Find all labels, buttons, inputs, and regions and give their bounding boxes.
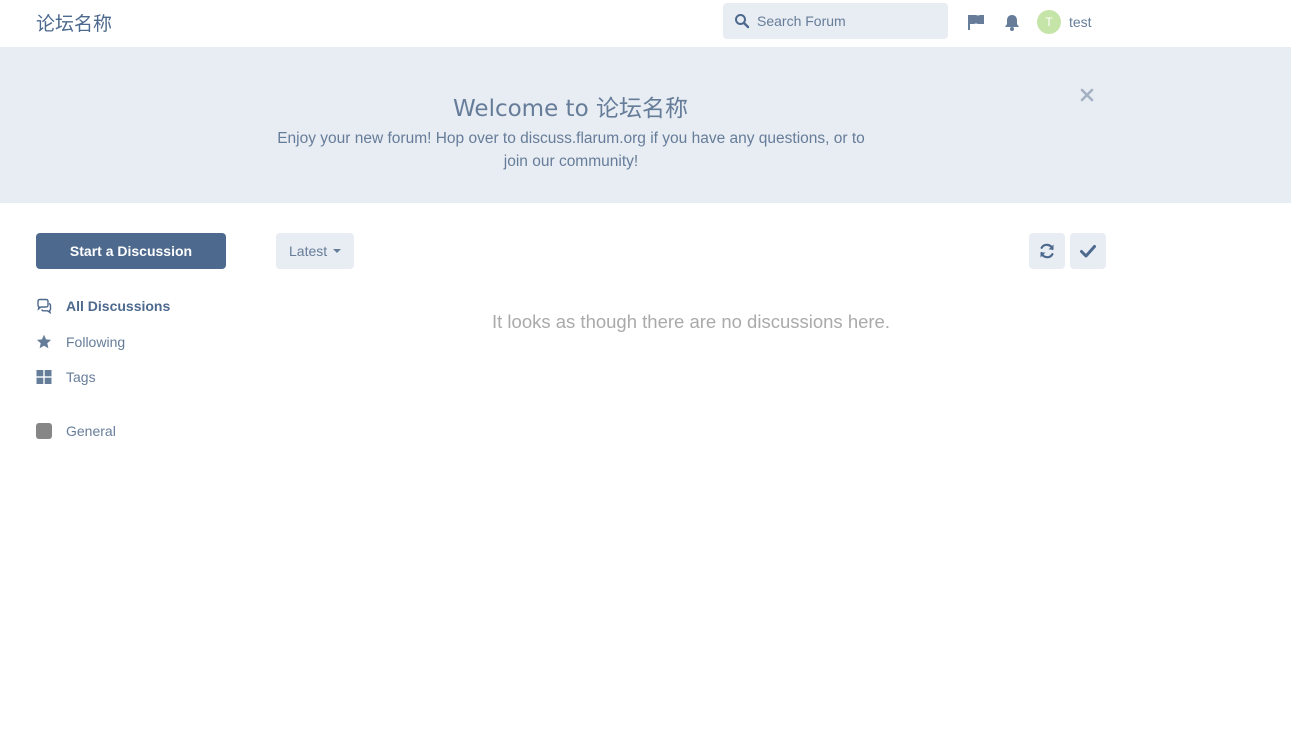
nav-item-all-discussions[interactable]: All Discussions — [36, 296, 170, 316]
bell-icon[interactable] — [1002, 12, 1022, 32]
welcome-hero: Welcome to 论坛名称 Enjoy your new forum! Ho… — [0, 47, 1291, 203]
tag-item-general[interactable]: General — [36, 421, 116, 441]
search-icon — [735, 14, 750, 29]
close-icon[interactable] — [1079, 87, 1095, 103]
hero-text: Enjoy your new forum! Hop over to discus… — [277, 130, 865, 170]
forum-title[interactable]: 论坛名称 — [36, 9, 112, 36]
sort-dropdown[interactable]: Latest — [276, 233, 354, 269]
header: 论坛名称 Search Forum T test — [0, 0, 1291, 47]
comments-icon — [37, 298, 52, 314]
flag-icon[interactable] — [966, 12, 986, 32]
tag-color-swatch — [36, 423, 52, 439]
mark-all-read-button[interactable] — [1070, 233, 1106, 269]
caret-down-icon — [333, 249, 341, 253]
check-icon — [1080, 245, 1096, 258]
sort-label: Latest — [289, 243, 328, 259]
hero-title: Welcome to 论坛名称 — [453, 96, 688, 122]
username[interactable]: test — [1069, 14, 1092, 30]
nav-item-label: Following — [66, 334, 126, 350]
refresh-button[interactable] — [1029, 233, 1065, 269]
avatar[interactable]: T — [1037, 10, 1061, 34]
grid-icon — [36, 370, 52, 384]
star-icon — [36, 334, 52, 349]
nav-item-label: Tags — [66, 369, 96, 385]
search-input[interactable]: Search Forum — [723, 3, 948, 39]
nav-item-label: All Discussions — [66, 298, 171, 314]
nav-item-following[interactable]: Following — [36, 332, 125, 352]
refresh-icon — [1040, 243, 1054, 259]
nav-item-tags[interactable]: Tags — [36, 367, 96, 387]
search-placeholder: Search Forum — [757, 13, 846, 29]
tag-label: General — [66, 423, 116, 439]
start-discussion-button[interactable]: Start a Discussion — [36, 233, 226, 269]
empty-state-message: It looks as though there are no discussi… — [492, 311, 890, 332]
